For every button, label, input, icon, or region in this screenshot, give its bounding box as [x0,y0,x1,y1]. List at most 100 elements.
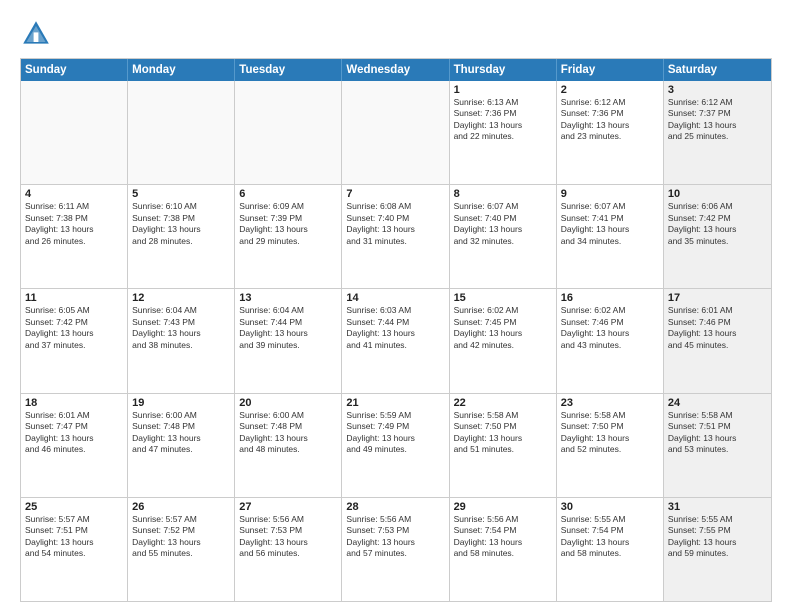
logo [20,18,56,50]
calendar-row: 11Sunrise: 6:05 AM Sunset: 7:42 PM Dayli… [21,288,771,392]
day-number: 29 [454,501,552,513]
calendar-cell: 19Sunrise: 6:00 AM Sunset: 7:48 PM Dayli… [128,394,235,497]
cell-info: Sunrise: 5:56 AM Sunset: 7:53 PM Dayligh… [239,514,337,560]
cell-info: Sunrise: 5:59 AM Sunset: 7:49 PM Dayligh… [346,410,444,456]
calendar-cell: 21Sunrise: 5:59 AM Sunset: 7:49 PM Dayli… [342,394,449,497]
calendar-body: 1Sunrise: 6:13 AM Sunset: 7:36 PM Daylig… [21,81,771,601]
calendar-cell: 7Sunrise: 6:08 AM Sunset: 7:40 PM Daylig… [342,185,449,288]
day-number: 9 [561,188,659,200]
cell-info: Sunrise: 5:55 AM Sunset: 7:54 PM Dayligh… [561,514,659,560]
calendar-cell: 22Sunrise: 5:58 AM Sunset: 7:50 PM Dayli… [450,394,557,497]
calendar-row: 25Sunrise: 5:57 AM Sunset: 7:51 PM Dayli… [21,497,771,601]
calendar-cell: 8Sunrise: 6:07 AM Sunset: 7:40 PM Daylig… [450,185,557,288]
cell-info: Sunrise: 6:04 AM Sunset: 7:44 PM Dayligh… [239,305,337,351]
calendar-header-cell: Monday [128,59,235,81]
day-number: 21 [346,397,444,409]
calendar-cell: 26Sunrise: 5:57 AM Sunset: 7:52 PM Dayli… [128,498,235,601]
day-number: 31 [668,501,767,513]
calendar-cell: 15Sunrise: 6:02 AM Sunset: 7:45 PM Dayli… [450,289,557,392]
calendar-cell: 5Sunrise: 6:10 AM Sunset: 7:38 PM Daylig… [128,185,235,288]
calendar-row: 1Sunrise: 6:13 AM Sunset: 7:36 PM Daylig… [21,81,771,184]
day-number: 11 [25,292,123,304]
cell-info: Sunrise: 6:01 AM Sunset: 7:46 PM Dayligh… [668,305,767,351]
calendar: SundayMondayTuesdayWednesdayThursdayFrid… [20,58,772,602]
calendar-cell: 1Sunrise: 6:13 AM Sunset: 7:36 PM Daylig… [450,81,557,184]
day-number: 17 [668,292,767,304]
cell-info: Sunrise: 5:56 AM Sunset: 7:53 PM Dayligh… [346,514,444,560]
day-number: 26 [132,501,230,513]
day-number: 16 [561,292,659,304]
cell-info: Sunrise: 5:56 AM Sunset: 7:54 PM Dayligh… [454,514,552,560]
cell-info: Sunrise: 6:01 AM Sunset: 7:47 PM Dayligh… [25,410,123,456]
calendar-cell: 6Sunrise: 6:09 AM Sunset: 7:39 PM Daylig… [235,185,342,288]
cell-info: Sunrise: 6:09 AM Sunset: 7:39 PM Dayligh… [239,201,337,247]
cell-info: Sunrise: 5:57 AM Sunset: 7:52 PM Dayligh… [132,514,230,560]
page: SundayMondayTuesdayWednesdayThursdayFrid… [0,0,792,612]
calendar-cell [21,81,128,184]
day-number: 12 [132,292,230,304]
calendar-cell: 16Sunrise: 6:02 AM Sunset: 7:46 PM Dayli… [557,289,664,392]
calendar-cell: 17Sunrise: 6:01 AM Sunset: 7:46 PM Dayli… [664,289,771,392]
calendar-cell: 24Sunrise: 5:58 AM Sunset: 7:51 PM Dayli… [664,394,771,497]
calendar-cell: 18Sunrise: 6:01 AM Sunset: 7:47 PM Dayli… [21,394,128,497]
calendar-row: 4Sunrise: 6:11 AM Sunset: 7:38 PM Daylig… [21,184,771,288]
calendar-cell: 20Sunrise: 6:00 AM Sunset: 7:48 PM Dayli… [235,394,342,497]
calendar-cell: 30Sunrise: 5:55 AM Sunset: 7:54 PM Dayli… [557,498,664,601]
calendar-header: SundayMondayTuesdayWednesdayThursdayFrid… [21,59,771,81]
cell-info: Sunrise: 6:10 AM Sunset: 7:38 PM Dayligh… [132,201,230,247]
day-number: 14 [346,292,444,304]
cell-info: Sunrise: 6:11 AM Sunset: 7:38 PM Dayligh… [25,201,123,247]
day-number: 13 [239,292,337,304]
cell-info: Sunrise: 6:07 AM Sunset: 7:40 PM Dayligh… [454,201,552,247]
cell-info: Sunrise: 5:57 AM Sunset: 7:51 PM Dayligh… [25,514,123,560]
day-number: 3 [668,84,767,96]
day-number: 1 [454,84,552,96]
cell-info: Sunrise: 6:07 AM Sunset: 7:41 PM Dayligh… [561,201,659,247]
calendar-cell: 31Sunrise: 5:55 AM Sunset: 7:55 PM Dayli… [664,498,771,601]
day-number: 23 [561,397,659,409]
calendar-row: 18Sunrise: 6:01 AM Sunset: 7:47 PM Dayli… [21,393,771,497]
cell-info: Sunrise: 5:58 AM Sunset: 7:51 PM Dayligh… [668,410,767,456]
calendar-cell [235,81,342,184]
header [20,18,772,50]
day-number: 18 [25,397,123,409]
day-number: 7 [346,188,444,200]
cell-info: Sunrise: 5:58 AM Sunset: 7:50 PM Dayligh… [561,410,659,456]
day-number: 4 [25,188,123,200]
cell-info: Sunrise: 6:02 AM Sunset: 7:46 PM Dayligh… [561,305,659,351]
cell-info: Sunrise: 6:13 AM Sunset: 7:36 PM Dayligh… [454,97,552,143]
logo-icon [20,18,52,50]
calendar-header-cell: Sunday [21,59,128,81]
calendar-cell: 3Sunrise: 6:12 AM Sunset: 7:37 PM Daylig… [664,81,771,184]
day-number: 30 [561,501,659,513]
day-number: 27 [239,501,337,513]
day-number: 15 [454,292,552,304]
day-number: 28 [346,501,444,513]
calendar-cell [342,81,449,184]
calendar-cell [128,81,235,184]
day-number: 22 [454,397,552,409]
calendar-header-cell: Tuesday [235,59,342,81]
cell-info: Sunrise: 6:03 AM Sunset: 7:44 PM Dayligh… [346,305,444,351]
day-number: 25 [25,501,123,513]
cell-info: Sunrise: 5:55 AM Sunset: 7:55 PM Dayligh… [668,514,767,560]
calendar-cell: 23Sunrise: 5:58 AM Sunset: 7:50 PM Dayli… [557,394,664,497]
cell-info: Sunrise: 6:04 AM Sunset: 7:43 PM Dayligh… [132,305,230,351]
cell-info: Sunrise: 6:00 AM Sunset: 7:48 PM Dayligh… [239,410,337,456]
calendar-cell: 10Sunrise: 6:06 AM Sunset: 7:42 PM Dayli… [664,185,771,288]
calendar-header-cell: Saturday [664,59,771,81]
cell-info: Sunrise: 6:12 AM Sunset: 7:37 PM Dayligh… [668,97,767,143]
day-number: 8 [454,188,552,200]
day-number: 5 [132,188,230,200]
day-number: 20 [239,397,337,409]
calendar-header-cell: Wednesday [342,59,449,81]
calendar-cell: 2Sunrise: 6:12 AM Sunset: 7:36 PM Daylig… [557,81,664,184]
calendar-cell: 4Sunrise: 6:11 AM Sunset: 7:38 PM Daylig… [21,185,128,288]
calendar-cell: 14Sunrise: 6:03 AM Sunset: 7:44 PM Dayli… [342,289,449,392]
cell-info: Sunrise: 5:58 AM Sunset: 7:50 PM Dayligh… [454,410,552,456]
day-number: 10 [668,188,767,200]
calendar-cell: 27Sunrise: 5:56 AM Sunset: 7:53 PM Dayli… [235,498,342,601]
day-number: 6 [239,188,337,200]
calendar-cell: 29Sunrise: 5:56 AM Sunset: 7:54 PM Dayli… [450,498,557,601]
day-number: 24 [668,397,767,409]
